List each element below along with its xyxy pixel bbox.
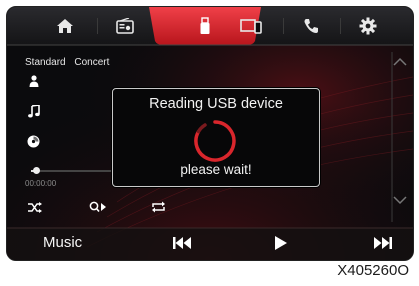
usb-icon <box>200 17 210 34</box>
radio-icon <box>116 18 134 34</box>
infotainment-screen: Standard Concert 00:00:00 Reading USB de… <box>6 6 414 261</box>
dialog-title: Reading USB device <box>149 96 283 112</box>
sound-mode-standard[interactable]: Standard <box>25 57 66 68</box>
shuffle-icon[interactable] <box>28 202 42 213</box>
play-icon[interactable] <box>275 236 287 250</box>
tab-phone[interactable] <box>283 13 339 39</box>
scroll-up-icon[interactable] <box>393 57 407 67</box>
next-track-icon[interactable] <box>372 237 392 249</box>
gear-icon <box>359 17 377 35</box>
bottom-control-bar: Music <box>7 228 413 260</box>
repeat-icon[interactable] <box>151 201 166 213</box>
artist-icon <box>29 75 39 87</box>
tab-screen-mirror[interactable] <box>223 13 279 39</box>
scroll-down-icon[interactable] <box>393 195 407 205</box>
source-label[interactable]: Music <box>43 234 82 251</box>
figure-reference-code: X405260O <box>337 262 409 279</box>
dialog-message: please wait! <box>180 162 252 177</box>
tab-bar <box>7 7 413 45</box>
sound-mode-concert[interactable]: Concert <box>74 57 109 68</box>
phone-icon <box>304 19 318 33</box>
song-icon <box>28 105 40 118</box>
previous-track-icon[interactable] <box>173 237 193 249</box>
album-icon <box>27 135 40 148</box>
phone-projection-icon <box>240 19 262 34</box>
sound-mode-tags: Standard Concert <box>25 57 115 68</box>
progress-handle[interactable] <box>33 167 40 174</box>
home-icon <box>57 19 73 33</box>
tab-home[interactable] <box>37 13 93 39</box>
reading-usb-dialog: Reading USB device please wait! <box>112 88 320 187</box>
loading-spinner-icon <box>194 120 236 162</box>
elapsed-time: 00:00:00 <box>25 179 57 188</box>
tab-radio[interactable] <box>97 13 153 39</box>
scan-icon[interactable] <box>89 201 107 213</box>
tab-settings[interactable] <box>340 13 396 39</box>
